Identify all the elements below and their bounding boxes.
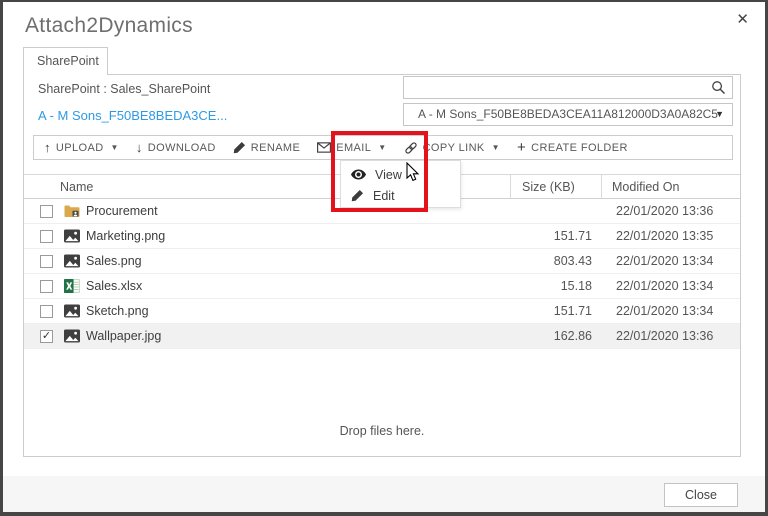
plus-icon: + — [517, 139, 527, 156]
copy-link-button[interactable]: COPY LINK ▼ — [404, 141, 500, 155]
rename-button[interactable]: RENAME — [233, 141, 300, 154]
file-size: 15.18 — [560, 279, 592, 293]
breadcrumb-link[interactable]: A - M Sons_F50BE8BEDA3CE... — [38, 108, 227, 123]
close-icon[interactable]: ✕ — [736, 10, 749, 30]
eye-icon — [351, 169, 366, 180]
file-modified-date: 22/01/2020 13:34 — [616, 304, 714, 318]
file-modified-date: 22/01/2020 13:36 — [616, 204, 714, 218]
menu-item-edit[interactable]: Edit — [341, 185, 460, 206]
checkbox-unchecked[interactable] — [40, 305, 53, 318]
upload-button[interactable]: ↑ UPLOAD ▼ — [44, 141, 119, 154]
file-name: Wallpaper.jpg — [86, 329, 162, 343]
rename-label: RENAME — [250, 141, 301, 154]
file-size: 151.71 — [553, 229, 592, 243]
download-button[interactable]: ↓ DOWNLOAD — [136, 141, 216, 154]
column-header-name[interactable]: Name — [60, 180, 93, 194]
chevron-down-icon: ▼ — [715, 109, 724, 119]
download-label: DOWNLOAD — [147, 141, 216, 154]
checkbox-unchecked[interactable] — [40, 230, 53, 243]
search-input[interactable] — [410, 77, 706, 98]
file-size: 162.86 — [553, 329, 592, 343]
image-icon — [64, 304, 80, 318]
column-header-modified[interactable]: Modified On — [612, 180, 679, 194]
column-divider — [601, 175, 602, 199]
file-name: Marketing.png — [86, 229, 166, 243]
column-divider — [510, 175, 511, 199]
folder-select-dropdown[interactable]: A - M Sons_F50BE8BEDA3CEA11A812000D3A0A8… — [403, 103, 733, 126]
checkbox-unchecked[interactable] — [40, 280, 53, 293]
chevron-down-icon: ▼ — [378, 143, 387, 152]
upload-label: UPLOAD — [55, 141, 104, 154]
copy-link-menu: View Edit — [340, 160, 461, 208]
email-label: EMAIL — [336, 141, 372, 154]
file-row[interactable]: Sketch.png 151.71 22/01/2020 13:34 — [24, 299, 740, 324]
pencil-icon — [233, 141, 246, 154]
excel-icon — [64, 279, 80, 293]
menu-item-view-label: View — [375, 167, 402, 182]
folder-select-value: A - M Sons_F50BE8BEDA3CEA11A812000D3A0A8… — [418, 107, 718, 121]
copy-link-label: COPY LINK — [422, 141, 485, 154]
file-modified-date: 22/01/2020 13:34 — [616, 279, 714, 293]
file-row[interactable]: Sales.xlsx 15.18 22/01/2020 13:34 — [24, 274, 740, 299]
image-icon — [64, 329, 80, 343]
file-size: 151.71 — [553, 304, 592, 318]
chevron-down-icon: ▼ — [110, 143, 119, 152]
file-name: Procurement — [86, 204, 158, 218]
file-row[interactable]: ✓ Wallpaper.jpg 162.86 22/01/2020 13:36 — [24, 324, 740, 349]
create-folder-button[interactable]: + CREATE FOLDER — [517, 140, 628, 155]
column-header-size[interactable]: Size (KB) — [522, 180, 575, 194]
checkbox-checked[interactable]: ✓ — [40, 330, 53, 343]
menu-item-view[interactable]: View — [341, 164, 460, 185]
file-size: 803.43 — [553, 254, 592, 268]
file-row[interactable]: Sales.png 803.43 22/01/2020 13:34 — [24, 249, 740, 274]
upload-arrow-icon: ↑ — [44, 140, 51, 155]
folder-icon — [64, 204, 80, 218]
attach2dynamics-dialog: Attach2Dynamics ✕ SharePoint Name Size (… — [0, 0, 768, 516]
image-icon — [64, 229, 80, 243]
chain-link-icon — [404, 141, 418, 155]
create-folder-label: CREATE FOLDER — [531, 141, 628, 154]
file-name: Sketch.png — [86, 304, 149, 318]
file-modified-date: 22/01/2020 13:36 — [616, 329, 714, 343]
search-box — [403, 76, 733, 99]
file-list: Procurement 22/01/2020 13:36 Marketing.png… — [24, 199, 740, 349]
checkbox-unchecked[interactable] — [40, 255, 53, 268]
toolbar: ↑ UPLOAD ▼ ↓ DOWNLOAD RENAME EMAIL ▼ COP… — [33, 135, 733, 160]
email-button[interactable]: EMAIL ▼ — [317, 142, 386, 154]
drop-files-hint: Drop files here. — [339, 424, 425, 438]
close-button[interactable]: Close — [664, 483, 738, 507]
file-row[interactable]: Marketing.png 151.71 22/01/2020 13:35 — [24, 224, 740, 249]
envelope-icon — [317, 142, 332, 153]
dialog-footer: Close — [3, 476, 765, 512]
chevron-down-icon: ▼ — [491, 143, 500, 152]
file-modified-date: 22/01/2020 13:35 — [616, 229, 714, 243]
search-icon[interactable] — [711, 80, 726, 95]
file-modified-date: 22/01/2020 13:34 — [616, 254, 714, 268]
download-arrow-icon: ↓ — [135, 140, 143, 155]
sharepoint-source-label: SharePoint : Sales_SharePoint — [38, 82, 211, 96]
sharepoint-panel: Name Size (KB) Modified On Procurement 22… — [23, 74, 741, 457]
file-name: Sales.png — [86, 254, 142, 268]
file-name: Sales.xlsx — [86, 279, 143, 293]
pencil-icon — [351, 189, 364, 202]
menu-item-edit-label: Edit — [373, 188, 395, 203]
tab-sharepoint[interactable]: SharePoint — [23, 47, 108, 75]
checkbox-unchecked[interactable] — [40, 205, 53, 218]
image-icon — [64, 254, 80, 268]
dialog-title: Attach2Dynamics — [25, 14, 193, 37]
